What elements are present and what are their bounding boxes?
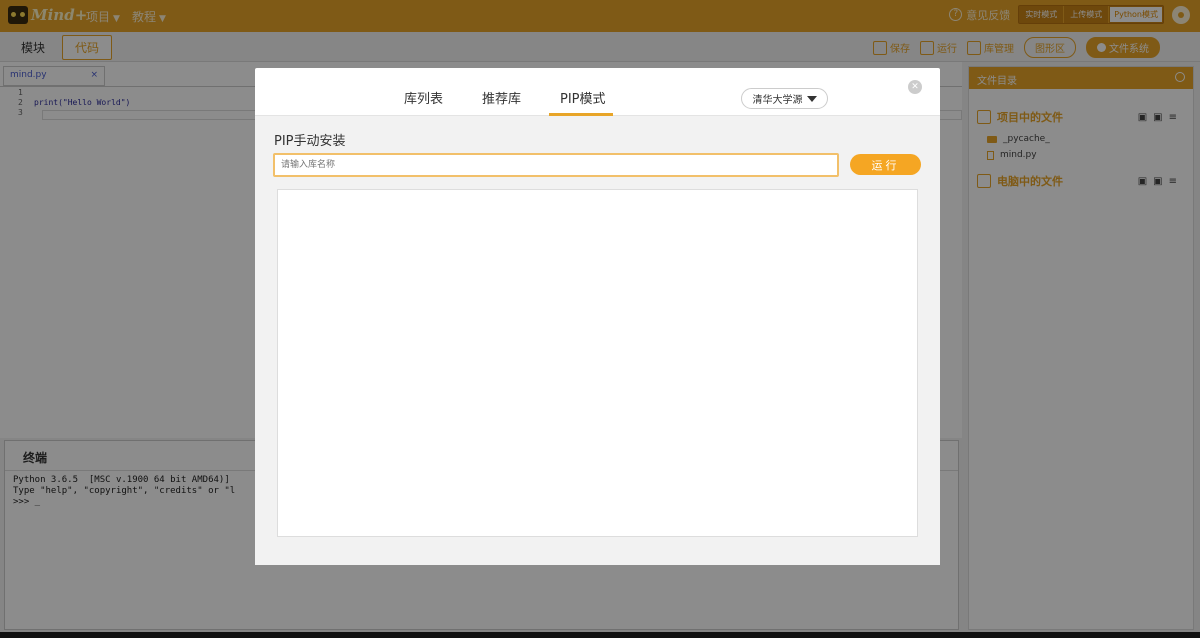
- caret-down-icon: [806, 95, 817, 102]
- dialog-tabs: 库列表 推荐库 PIP模式 清华大学源 ✕: [255, 68, 940, 116]
- close-icon[interactable]: ✕: [908, 80, 922, 94]
- tab-library-list[interactable]: 库列表: [404, 88, 443, 107]
- library-manager-dialog: 库列表 推荐库 PIP模式 清华大学源 ✕ PIP手动安装 运行: [255, 68, 940, 565]
- pip-output-area[interactable]: [277, 189, 918, 537]
- tab-recommended[interactable]: 推荐库: [482, 88, 521, 107]
- source-select-value: 清华大学源: [752, 95, 803, 106]
- active-tab-indicator: [549, 113, 613, 116]
- run-button[interactable]: 运行: [850, 154, 921, 175]
- pip-install-label: PIP手动安装: [274, 134, 346, 149]
- source-select[interactable]: 清华大学源: [741, 88, 828, 109]
- taskbar: [0, 632, 1200, 638]
- library-name-input[interactable]: [273, 153, 839, 177]
- tab-pip-mode[interactable]: PIP模式: [560, 88, 606, 107]
